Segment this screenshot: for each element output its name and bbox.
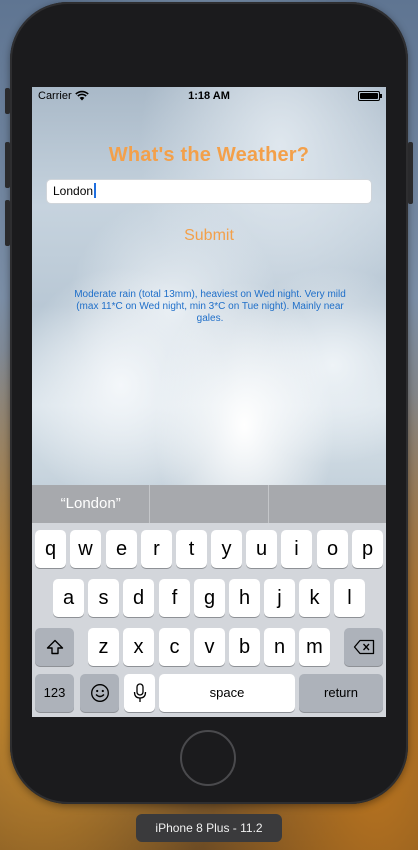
status-bar: Carrier 1:18 AM [32,87,386,105]
home-button[interactable] [180,730,236,786]
key-a[interactable]: a [53,579,84,617]
volume-up-button[interactable] [5,142,10,188]
key-m[interactable]: m [299,628,330,666]
key-u[interactable]: u [246,530,277,568]
battery-icon [358,91,382,101]
delete-icon [353,639,374,655]
key-v[interactable]: v [194,628,225,666]
predictive-text-bar: “London” [32,485,386,523]
city-input[interactable]: London [46,179,372,204]
text-cursor [94,183,97,198]
volume-down-button[interactable] [5,200,10,246]
status-time: 1:18 AM [188,90,230,102]
silent-switch [5,88,10,114]
keyboard: q w e r t y u i o p a s d f g h j k l z … [32,523,386,717]
key-r[interactable]: r [141,530,172,568]
key-i[interactable]: i [281,530,312,568]
key-g[interactable]: g [194,579,225,617]
key-q[interactable]: q [35,530,66,568]
submit-button[interactable]: Submit [32,227,386,245]
key-o[interactable]: o [317,530,348,568]
suggestion-2[interactable] [150,485,269,523]
key-x[interactable]: x [123,628,154,666]
space-key[interactable]: space [159,674,295,712]
key-y[interactable]: y [211,530,242,568]
key-e[interactable]: e [106,530,137,568]
city-input-value: London [53,184,94,198]
return-key[interactable]: return [299,674,383,712]
key-f[interactable]: f [159,579,190,617]
key-n[interactable]: n [264,628,295,666]
simulator-device-label: iPhone 8 Plus - 11.2 [136,814,282,842]
numbers-key[interactable]: 123 [35,674,74,712]
suggestion-3[interactable] [269,485,386,523]
emoji-icon [90,684,109,702]
emoji-key[interactable] [80,674,119,712]
key-d[interactable]: d [123,579,154,617]
key-z[interactable]: z [88,628,119,666]
dictation-key[interactable] [124,674,155,712]
key-s[interactable]: s [88,579,119,617]
forecast-text: Moderate rain (total 13mm), heaviest on … [74,289,346,324]
shift-key[interactable] [35,628,74,666]
key-j[interactable]: j [264,579,295,617]
key-p[interactable]: p [352,530,383,568]
key-b[interactable]: b [229,628,260,666]
key-w[interactable]: w [70,530,101,568]
key-c[interactable]: c [159,628,190,666]
shift-icon [46,639,63,655]
app-title: What's the Weather? [108,144,310,166]
power-button[interactable] [408,142,413,204]
delete-key[interactable] [344,628,383,666]
microphone-icon [133,683,146,702]
suggestion-1[interactable]: “London” [32,485,151,523]
device-screen: Carrier 1:18 AM What's the Weather? Lond… [32,87,386,717]
key-h[interactable]: h [229,579,260,617]
key-t[interactable]: t [176,530,207,568]
key-l[interactable]: l [334,579,365,617]
key-k[interactable]: k [299,579,330,617]
